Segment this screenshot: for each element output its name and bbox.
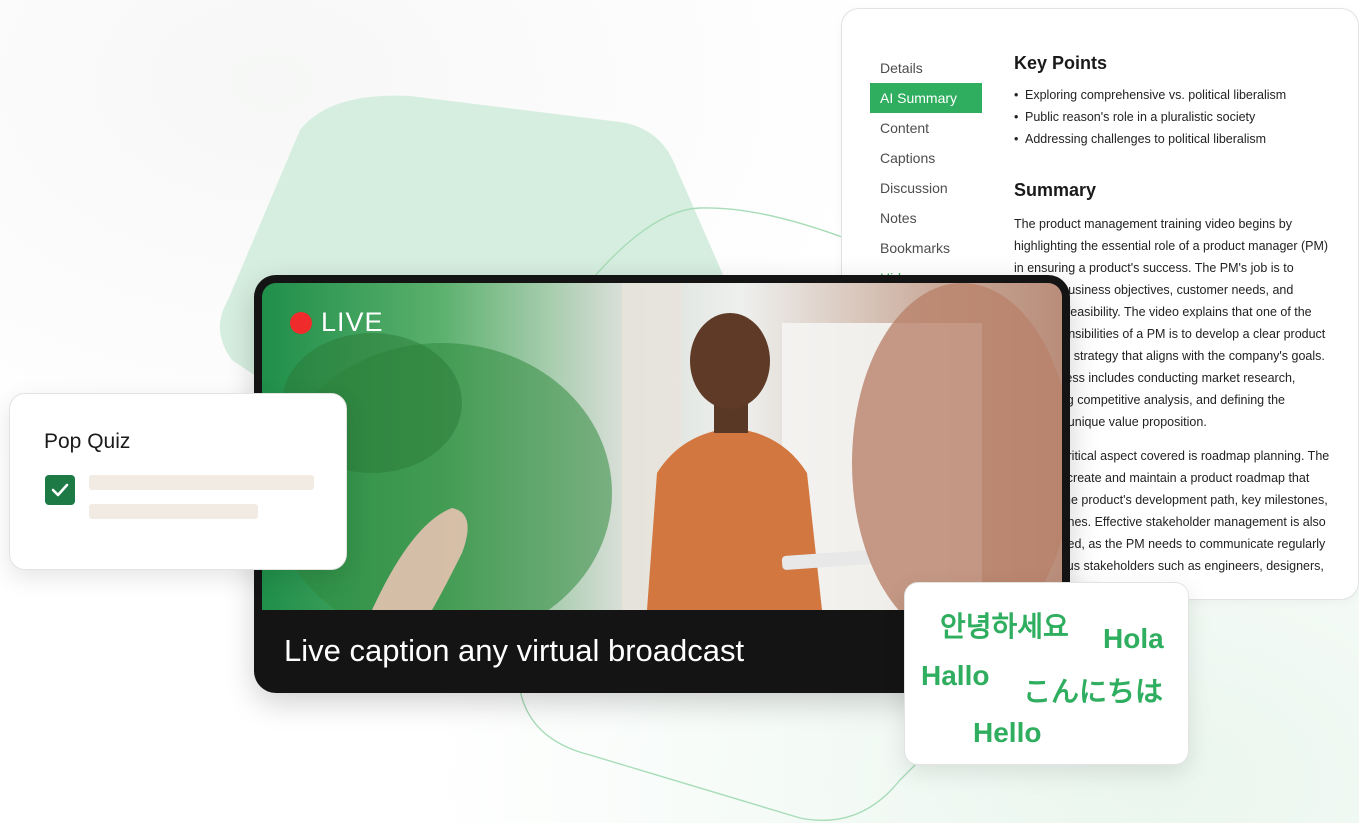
greeting-spanish: Hola <box>1103 623 1164 654</box>
panel-tabs: Details AI Summary Content Captions Disc… <box>870 53 982 293</box>
quiz-option-placeholder-bar <box>89 504 258 519</box>
summary-heading: Summary <box>1014 180 1097 200</box>
greeting-german: Hallo <box>921 660 990 691</box>
key-point-item: Exploring comprehensive vs. political li… <box>1014 84 1334 106</box>
checkmark-icon <box>51 483 69 497</box>
tab-bookmarks[interactable]: Bookmarks <box>870 233 982 263</box>
greeting-korean: 안녕하세요 <box>940 611 1069 642</box>
live-indicator: LIVE <box>290 307 384 338</box>
tab-details[interactable]: Details <box>870 53 982 83</box>
translated-greetings-card: 안녕하세요 Hola Hallo こんにちは Hello <box>904 582 1189 765</box>
live-label: LIVE <box>321 307 384 337</box>
key-points-heading: Key Points <box>1014 53 1108 73</box>
live-caption-text: Live caption any virtual broadcast <box>284 633 745 668</box>
tab-captions[interactable]: Captions <box>870 143 982 173</box>
tab-discussion[interactable]: Discussion <box>870 173 982 203</box>
quiz-option-placeholder-bar <box>89 475 314 490</box>
green-outline-curve-bottom <box>519 689 961 822</box>
quiz-option-checkbox[interactable] <box>45 475 75 505</box>
tab-content[interactable]: Content <box>870 113 982 143</box>
greeting-japanese: こんにちは <box>1023 676 1164 707</box>
key-points-list: Exploring comprehensive vs. political li… <box>1014 84 1334 150</box>
key-point-item: Addressing challenges to political liber… <box>1014 128 1334 150</box>
tab-notes[interactable]: Notes <box>870 203 982 233</box>
video-frame[interactable]: LIVE <box>262 283 1062 610</box>
pop-quiz-title: Pop Quiz <box>44 430 131 453</box>
key-point-item: Public reason's role in a pluralistic so… <box>1014 106 1334 128</box>
pop-quiz-card: Pop Quiz <box>9 393 347 570</box>
live-dot-icon <box>290 311 312 334</box>
greeting-english: Hello <box>973 717 1042 748</box>
tab-ai-summary[interactable]: AI Summary <box>870 83 982 113</box>
